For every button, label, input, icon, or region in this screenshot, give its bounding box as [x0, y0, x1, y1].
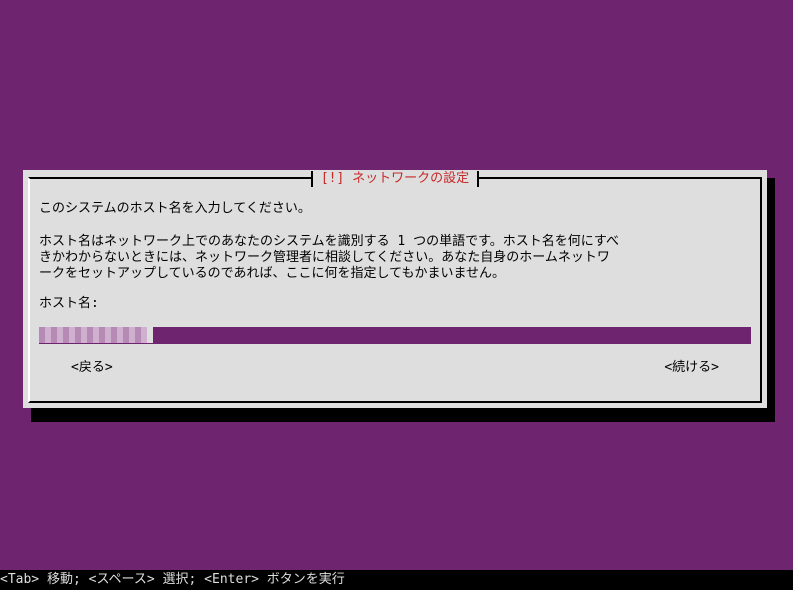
hostname-input[interactable] [39, 327, 147, 343]
description-line-1: ホスト名はネットワーク上でのあなたのシステムを識別する 1 つの単語です。ホスト… [39, 234, 620, 249]
dialog-title: [!] ネットワークの設定 [310, 171, 480, 187]
cursor-gap [147, 327, 153, 343]
description-line-3: ークをセットアップしているのであれば、ここに何を指定してもかまいません。 [39, 266, 506, 281]
installer-screen: [!] ネットワークの設定 このシステムのホスト名を入力してください。 ホスト名… [0, 0, 793, 590]
hostname-field[interactable] [39, 327, 751, 344]
hostname-label: ホスト名: [39, 296, 99, 311]
hostname-prompt: このシステムのホスト名を入力してください。 [39, 201, 311, 216]
description-line-2: きかわからないときには、ネットワーク管理者に相談してください。あなた自身のホーム… [39, 250, 610, 265]
back-button[interactable]: <戻る> [71, 360, 113, 376]
continue-button[interactable]: <続ける> [664, 360, 719, 376]
keyboard-help-statusbar: <Tab> 移動; <スペース> 選択; <Enter> ボタンを実行 [0, 570, 793, 590]
dialog-title-bar: [!] ネットワークの設定 [30, 171, 760, 197]
network-config-dialog: [!] ネットワークの設定 このシステムのホスト名を入力してください。 ホスト名… [23, 170, 767, 408]
